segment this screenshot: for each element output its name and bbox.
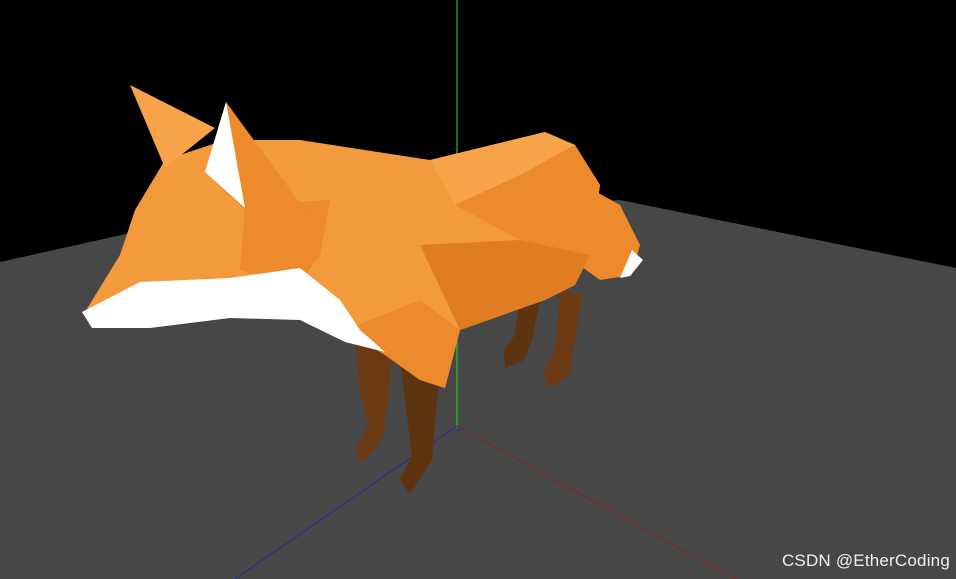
watermark-text: CSDN @EtherCoding [781, 551, 950, 570]
3d-viewport[interactable]: CSDN @EtherCoding [0, 0, 956, 579]
